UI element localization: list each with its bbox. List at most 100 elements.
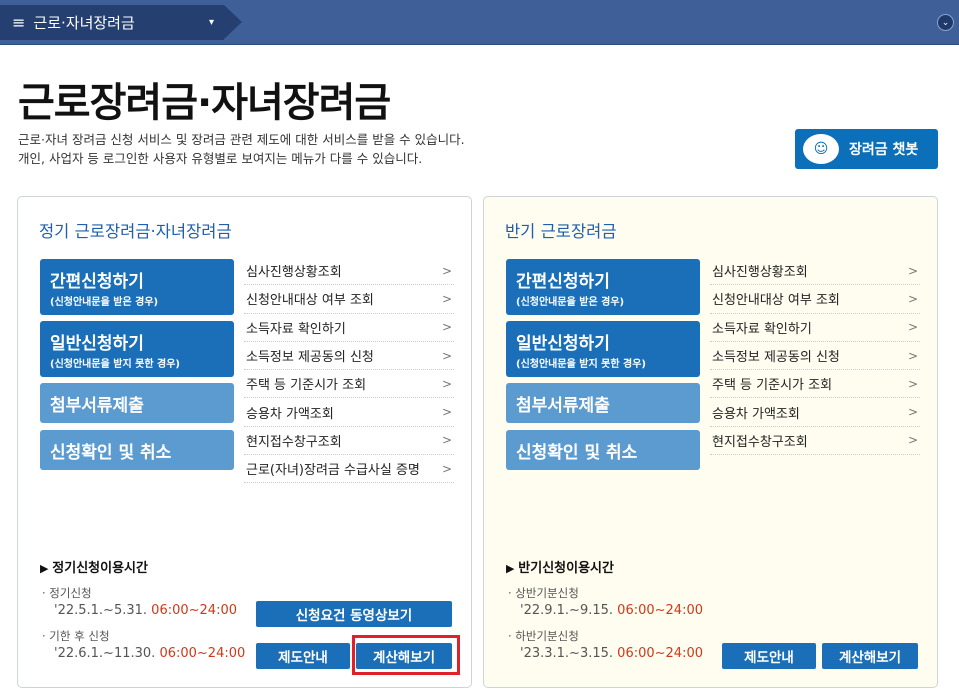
schedule-title: 반기신청이용시간 (506, 557, 614, 576)
link-receipt-certificate[interactable]: 근로(자녀)장려금 수급사실 증명 > (244, 455, 454, 484)
chatbot-label: 장려금 챗봇 (849, 142, 919, 158)
panel-title: 반기 근로장려금 (505, 222, 617, 241)
link-label: 소득자료 확인하기 (246, 321, 346, 337)
schedule-2-period: '22.6.1.~11.30. 06:00~24:00 (54, 646, 245, 661)
schedule-2-label: · 하반기분신청 (508, 629, 579, 643)
link-label: 신청안내대상 여부 조회 (246, 293, 374, 309)
link-label: 주택 등 기준시가 조회 (246, 378, 367, 394)
chatbot-button[interactable]: ☺ 장려금 챗봇 (795, 129, 938, 169)
semiannual-incentive-panel: 반기 근로장려금 간편신청하기 (신청안내문을 받은 경우) 일반신청하기 (신… (483, 196, 938, 688)
link-housing-price[interactable]: 주택 등 기준시가 조회 > (710, 370, 920, 399)
chevron-right-icon: > (441, 376, 452, 391)
confirm-cancel-button[interactable]: 신청확인 및 취소 (40, 430, 234, 470)
description-line-2: 개인, 사업자 등 로그인한 사용자 유형별로 보여지는 메뉴가 다를 수 있습… (18, 151, 423, 166)
schedule-1-time: 06:00~24:00 (151, 603, 237, 618)
link-income-data[interactable]: 소득자료 확인하기 > (710, 314, 920, 342)
hamburger-icon: ≡ (12, 13, 26, 32)
chevron-right-icon: > (441, 405, 452, 420)
schedule-1-time: 06:00~24:00 (617, 603, 703, 618)
link-eligibility[interactable]: 신청안내대상 여부 조회 > (710, 285, 920, 314)
description-line-1: 근로·자녀 장려금 신청 서비스 및 장려금 관련 제도에 대한 서비스를 받을… (18, 132, 465, 147)
service-link-list: 심사진행상황조회 > 신청안내대상 여부 조회 > 소득자료 확인하기 > 소득정보 … (244, 257, 454, 484)
link-label: 소득정보 제공동의 신청 (246, 350, 374, 366)
general-apply-button[interactable]: 일반신청하기 (신청안내문을 받지 못한 경우) (40, 321, 234, 377)
menu-dropdown[interactable]: ≡ 근로·자녀장려금 ▾ (0, 5, 242, 40)
simple-apply-label: 간편신청하기 (516, 272, 610, 292)
link-income-consent[interactable]: 소득정보 제공동의 신청 > (710, 342, 920, 371)
general-apply-button[interactable]: 일반신청하기 (신청안내문을 받지 못한 경우) (506, 321, 700, 377)
link-label: 승용차 가액조회 (712, 406, 800, 422)
chevron-right-icon: > (441, 461, 452, 476)
link-label: 신청안내대상 여부 조회 (712, 293, 840, 309)
attach-documents-button[interactable]: 첨부서류제출 (40, 383, 234, 423)
link-label: 승용차 가액조회 (246, 406, 334, 422)
chevron-right-icon: > (907, 320, 918, 335)
confirm-cancel-label: 신청확인 및 취소 (516, 442, 638, 463)
attach-documents-button[interactable]: 첨부서류제출 (506, 383, 700, 423)
attach-documents-label: 첨부서류제출 (516, 395, 610, 416)
chevron-down-icon[interactable]: ⌄ (937, 14, 954, 31)
simple-apply-button[interactable]: 간편신청하기 (신청안내문을 받은 경우) (40, 259, 234, 315)
schedule-1-period: '22.5.1.~5.31. 06:00~24:00 (54, 603, 237, 618)
schedule-2-label: · 기한 후 신청 (42, 629, 110, 643)
chevron-right-icon: > (907, 291, 918, 306)
schedule-1-label: · 정기신청 (42, 586, 92, 600)
chevron-right-icon: > (907, 405, 918, 420)
link-label: 주택 등 기준시가 조회 (712, 378, 833, 394)
link-car-value[interactable]: 승용차 가액조회 > (710, 398, 920, 427)
simple-apply-label: 간편신청하기 (50, 272, 144, 292)
guide-button[interactable]: 제도안내 (722, 643, 816, 669)
schedule-2-period: '23.3.1.~3.15. 06:00~24:00 (520, 646, 703, 661)
schedule-section: 반기신청이용시간 (506, 557, 614, 576)
link-label: 심사진행상황조회 (246, 265, 342, 281)
schedule-1-date: '22.9.1.~9.15. (520, 603, 614, 618)
schedule-title: 정기신청이용시간 (40, 557, 148, 576)
link-label: 소득자료 확인하기 (712, 321, 812, 337)
video-button[interactable]: 신청요건 동영상보기 (256, 601, 452, 627)
general-apply-label: 일반신청하기 (50, 334, 144, 354)
link-income-consent[interactable]: 소득정보 제공동의 신청 > (244, 342, 454, 371)
link-label: 심사진행상황조회 (712, 265, 808, 281)
confirm-cancel-label: 신청확인 및 취소 (50, 442, 172, 463)
link-income-data[interactable]: 소득자료 확인하기 > (244, 314, 454, 342)
guide-button[interactable]: 제도안내 (256, 643, 350, 669)
chevron-right-icon: > (441, 263, 452, 278)
page-title: 근로장려금·자녀장려금 (18, 80, 391, 126)
chevron-right-icon: > (441, 291, 452, 306)
menu-label: 근로·자녀장려금 (33, 14, 135, 32)
schedule-section: 정기신청이용시간 (40, 557, 148, 576)
link-label: 현지접수창구조회 (712, 434, 808, 450)
link-label: 소득정보 제공동의 신청 (712, 350, 840, 366)
regular-incentive-panel: 정기 근로장려금·자녀장려금 간편신청하기 (신청안내문을 받은 경우) 일반신… (17, 196, 472, 688)
link-eligibility[interactable]: 신청안내대상 여부 조회 > (244, 285, 454, 314)
general-apply-sub: (신청안내문을 받지 못한 경우) (516, 359, 646, 370)
chevron-right-icon: > (907, 433, 918, 448)
link-review-status[interactable]: 심사진행상황조회 > (710, 257, 920, 286)
chevron-right-icon: > (441, 348, 452, 363)
service-link-list: 심사진행상황조회 > 신청안내대상 여부 조회 > 소득자료 확인하기 > 소득정보 … (710, 257, 920, 456)
simple-apply-button[interactable]: 간편신청하기 (신청안내문을 받은 경우) (506, 259, 700, 315)
link-review-status[interactable]: 심사진행상황조회 > (244, 257, 454, 286)
highlight-box (352, 635, 460, 675)
attach-documents-label: 첨부서류제출 (50, 395, 144, 416)
simple-apply-sub: (신청안내문을 받은 경우) (516, 297, 625, 308)
caret-down-icon: ▾ (208, 17, 214, 28)
schedule-1-period: '22.9.1.~9.15. 06:00~24:00 (520, 603, 703, 618)
chevron-right-icon: > (907, 376, 918, 391)
general-apply-sub: (신청안내문을 받지 못한 경우) (50, 359, 180, 370)
link-local-office[interactable]: 현지접수창구조회 > (710, 427, 920, 456)
schedule-2-time: 06:00~24:00 (159, 646, 246, 661)
schedule-1-label: · 상반기분신청 (508, 586, 579, 600)
page-description: 근로·자녀 장려금 신청 서비스 및 장려금 관련 제도에 대한 서비스를 받을… (18, 130, 465, 168)
link-local-office[interactable]: 현지접수창구조회 > (244, 427, 454, 456)
link-label: 근로(자녀)장려금 수급사실 증명 (246, 463, 420, 479)
calculate-button[interactable]: 계산해보기 (822, 643, 918, 669)
link-housing-price[interactable]: 주택 등 기준시가 조회 > (244, 370, 454, 399)
schedule-2-time: 06:00~24:00 (617, 646, 703, 661)
robot-icon: ☺ (803, 134, 839, 164)
link-car-value[interactable]: 승용차 가액조회 > (244, 398, 454, 427)
panel-title: 정기 근로장려금·자녀장려금 (39, 222, 232, 241)
confirm-cancel-button[interactable]: 신청확인 및 취소 (506, 430, 700, 470)
general-apply-label: 일반신청하기 (516, 334, 610, 354)
schedule-2-date: '22.6.1.~11.30. (54, 646, 156, 661)
